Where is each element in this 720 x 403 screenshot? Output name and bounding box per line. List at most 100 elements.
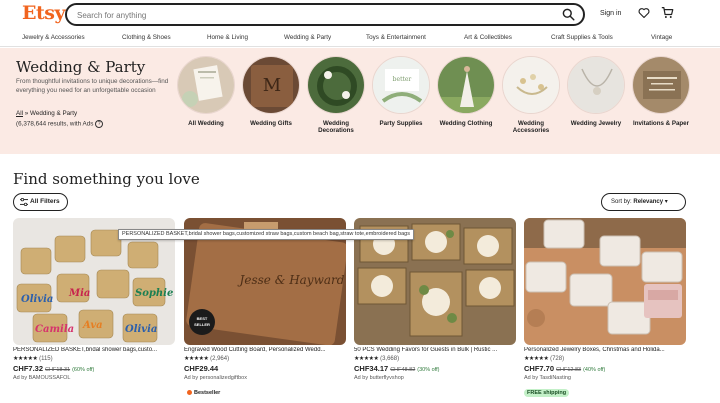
hero-banner: Wedding & Party From thoughtful invitati… xyxy=(0,48,720,154)
sign-in-link[interactable]: Sign in xyxy=(600,10,621,17)
price: CHF7.70 xyxy=(524,364,555,373)
svg-text:M: M xyxy=(263,75,281,96)
sort-value: Relevancy xyxy=(633,199,664,205)
page-title: Wedding & Party xyxy=(16,58,146,76)
listing-price: CHF29.44 xyxy=(184,364,346,373)
category-toys-entertainment[interactable]: Toys & Entertainment xyxy=(366,34,426,41)
circle-label: Wedding Gifts xyxy=(250,120,292,127)
original-price: CHF18.31 xyxy=(45,367,71,373)
listing-title[interactable]: Engraved Wood Cutting Board, Personalize… xyxy=(184,347,346,353)
breadcrumb-all[interactable]: All xyxy=(16,110,23,117)
header: Etsy Sign in xyxy=(0,0,720,30)
category-craft-supplies[interactable]: Craft Supplies & Tools xyxy=(551,34,613,41)
category-circle-wedding-clothing[interactable]: Wedding Clothing xyxy=(435,56,497,127)
listing-title-tooltip: PERSONALIZED BASKET,bridal shower bags,c… xyxy=(118,229,414,240)
discount: (30% off) xyxy=(417,367,440,373)
category-home-living[interactable]: Home & Living xyxy=(207,34,248,41)
category-circle-all-wedding[interactable]: All Wedding xyxy=(175,56,237,127)
listing-card[interactable]: Mia Olivia Sophie Camila Ava Olivia PERSONA… xyxy=(13,218,175,381)
svg-text:SELLER: SELLER xyxy=(194,322,210,327)
all-filters-label: All Filters xyxy=(30,198,60,205)
listing-title[interactable]: Personalized Jewelry Boxes, Christmas an… xyxy=(524,347,686,353)
results-count-text: (6,378,644 results, with Ads xyxy=(16,120,94,128)
listing-title[interactable]: PERSONALIZED BASKET,bridal shower bags,c… xyxy=(13,347,175,353)
listing-card[interactable]: Jesse & Hayward BEST SELLER Engraved Woo… xyxy=(184,218,346,399)
sort-prefix: Sort by: xyxy=(611,199,632,205)
category-circle-invitations-paper[interactable]: Invitations & Paper xyxy=(630,56,692,127)
svg-text:Jesse & Hayward: Jesse & Hayward xyxy=(237,273,345,287)
svg-text:Mia: Mia xyxy=(68,288,90,299)
search-icon[interactable] xyxy=(562,8,575,21)
svg-text:Sophie: Sophie xyxy=(135,288,173,299)
info-icon[interactable]: ? xyxy=(95,120,104,128)
listing-title[interactable]: 50 PCS Wedding Favors for Guests in Bulk… xyxy=(354,347,516,353)
original-price: CHF12.83 xyxy=(556,367,582,373)
svg-text:Olivia: Olivia xyxy=(21,294,53,305)
wedding-clothing-image xyxy=(437,56,495,114)
all-filters-button[interactable]: All Filters xyxy=(13,193,68,211)
svg-text:Ava: Ava xyxy=(82,320,103,331)
invitations-paper-image xyxy=(632,56,690,114)
circle-label: Invitations & Paper xyxy=(632,120,690,127)
circle-label: Party Supplies xyxy=(379,120,423,127)
category-art-collectibles[interactable]: Art & Collectibles xyxy=(464,34,512,41)
price: CHF34.17 xyxy=(354,364,389,373)
listing-image[interactable] xyxy=(524,218,686,345)
category-circle-wedding-jewelry[interactable]: Wedding Jewelry xyxy=(565,56,627,127)
listing-price: CHF7.70 CHF12.83 (40% off) xyxy=(524,364,686,373)
breadcrumb-current: Wedding & Party xyxy=(30,110,78,117)
review-count: (3,668) xyxy=(380,356,400,362)
bestseller-badge: Bestseller xyxy=(184,389,223,397)
favorites-heart-icon[interactable] xyxy=(638,7,650,19)
star-rating: ★★★★★ xyxy=(13,356,38,362)
listing-card[interactable]: 50 PCS Wedding Favors for Guests in Bulk… xyxy=(354,218,516,381)
wedding-jewelry-image xyxy=(567,56,625,114)
wedding-accessories-image xyxy=(502,56,560,114)
review-count: (728) xyxy=(550,356,565,362)
caret-down-icon: ▾ xyxy=(664,199,668,205)
wedding-decorations-image xyxy=(307,56,365,114)
star-rating: ★★★★★ xyxy=(184,356,209,362)
discount: (40% off) xyxy=(583,367,606,373)
shop-name[interactable]: Ad by butterflyvshop xyxy=(354,375,516,381)
category-nav: Jewelry & Accessories Clothing & Shoes H… xyxy=(0,31,720,47)
listing-price: CHF7.32 CHF18.31 (60% off) xyxy=(13,364,175,373)
all-wedding-image xyxy=(177,56,235,114)
section-title: Find something you love xyxy=(13,170,200,188)
filter-icon xyxy=(20,198,28,206)
breadcrumb: All » Wedding & Party xyxy=(16,110,77,117)
original-price: CHF48.82 xyxy=(390,367,416,373)
hero-description: From thoughtful invitations to unique de… xyxy=(16,78,169,94)
listing-price: CHF34.17 CHF48.82 (30% off) xyxy=(354,364,516,373)
category-circle-wedding-gifts[interactable]: M Wedding Gifts xyxy=(240,56,302,127)
category-circle-wedding-accessories[interactable]: Wedding Accessories xyxy=(500,56,562,135)
listing-rating: ★★★★★ (728) xyxy=(524,355,686,362)
discount: (60% off) xyxy=(72,367,95,373)
etsy-logo[interactable]: Etsy xyxy=(22,2,66,24)
circle-label: Wedding Clothing xyxy=(439,120,493,127)
price: CHF29.44 xyxy=(184,364,219,373)
sort-by-dropdown[interactable]: Sort by: Relevancy ▾ xyxy=(601,193,686,211)
listing-card[interactable]: Personalized Jewelry Boxes, Christmas an… xyxy=(524,218,686,399)
shop-name[interactable]: Ad by TasdiNasting xyxy=(524,375,686,381)
search-bar[interactable] xyxy=(65,3,585,26)
category-circle-wedding-decorations[interactable]: Wedding Decorations xyxy=(305,56,367,135)
listing-rating: ★★★★★ (2,964) xyxy=(184,355,346,362)
category-wedding-party[interactable]: Wedding & Party xyxy=(284,34,331,41)
cart-icon[interactable] xyxy=(661,6,674,19)
star-rating: ★★★★★ xyxy=(354,356,379,362)
svg-text:better: better xyxy=(393,76,412,83)
review-count: (115) xyxy=(39,356,53,362)
category-vintage[interactable]: Vintage xyxy=(651,34,672,41)
badge-label: Bestseller xyxy=(194,390,221,396)
free-shipping-badge: FREE shipping xyxy=(524,389,570,397)
svg-text:Camila: Camila xyxy=(35,324,74,335)
search-input[interactable] xyxy=(77,8,537,22)
shop-name[interactable]: Ad by BAMOUSSAFOL xyxy=(13,375,175,381)
shop-name[interactable]: Ad by personalizedgiftbox xyxy=(184,375,346,381)
wedding-gifts-image: M xyxy=(242,56,300,114)
price: CHF7.32 xyxy=(13,364,44,373)
category-circle-party-supplies[interactable]: better Party Supplies xyxy=(370,56,432,127)
category-jewelry-accessories[interactable]: Jewelry & Accessories xyxy=(22,34,85,41)
category-clothing-shoes[interactable]: Clothing & Shoes xyxy=(122,34,171,41)
